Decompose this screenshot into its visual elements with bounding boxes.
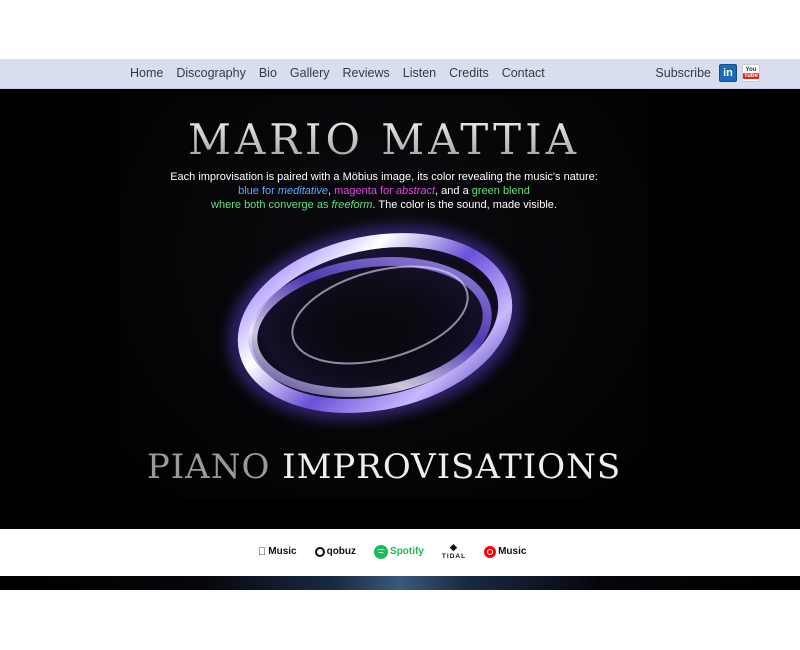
- spotify-icon: [374, 544, 389, 559]
- nav-right: Subscribe in You Tube: [655, 64, 760, 82]
- youtube-music-icon: [484, 545, 497, 558]
- nav-bio[interactable]: Bio: [259, 66, 277, 80]
- tagline-line1: Each improvisation is paired with a Möbi…: [170, 171, 598, 183]
- streaming-services-bar:  Music qobuz Spotify ◆ TIDAL Music: [0, 529, 800, 576]
- nav-links: Home Discography Bio Gallery Reviews Lis…: [130, 66, 558, 80]
- streaming-row:  Music qobuz Spotify ◆ TIDAL Music: [258, 543, 544, 561]
- apple-music-label: Music: [260, 546, 296, 558]
- nav-listen[interactable]: Listen: [403, 66, 436, 80]
- tagline-line3: where both converge as freeform. The col…: [120, 198, 648, 212]
- nav-reviews[interactable]: Reviews: [343, 66, 390, 80]
- youtube-music-link[interactable]: Music: [484, 545, 526, 558]
- tagline-blue-for: blue for: [238, 185, 278, 197]
- spotify-label: Spotify: [381, 546, 424, 558]
- apple-icon: : [258, 546, 266, 558]
- album-artwork: MARIO MATTIA Each improvisation is paire…: [120, 95, 648, 499]
- tagline-and-a: , and a: [435, 185, 472, 197]
- tagline-green-blend: green blend: [471, 185, 530, 197]
- youtube-music-label: Music: [489, 546, 526, 558]
- qobuz-link[interactable]: qobuz: [314, 546, 356, 558]
- next-section-preview: [0, 576, 800, 590]
- tagline-ending: . The color is the sound, made visible.: [372, 199, 557, 211]
- spotify-link[interactable]: Spotify: [374, 544, 424, 559]
- nav-gallery[interactable]: Gallery: [290, 66, 330, 80]
- top-navbar: Home Discography Bio Gallery Reviews Lis…: [0, 59, 800, 89]
- tagline-meditative: meditative: [277, 185, 329, 197]
- tagline-line2: blue for meditative, magenta for abstrac…: [120, 184, 648, 198]
- tagline-freeform: freeform: [331, 199, 373, 211]
- tidal-label: TIDAL: [433, 553, 465, 560]
- album-title: PIANO IMPROVISATIONS: [120, 447, 648, 487]
- youtube-icon[interactable]: You Tube: [742, 64, 760, 82]
- nav-home[interactable]: Home: [130, 66, 163, 80]
- hero-section: MARIO MATTIA Each improvisation is paire…: [0, 89, 800, 529]
- tagline-magenta-for: magenta for: [334, 185, 396, 197]
- subscribe-link[interactable]: Subscribe: [655, 66, 711, 80]
- album-title-improvisations: IMPROVISATIONS: [282, 447, 622, 487]
- qobuz-label: qobuz: [318, 546, 356, 558]
- apple-music-link[interactable]:  Music: [258, 546, 297, 558]
- tidal-link[interactable]: ◆ TIDAL: [442, 543, 466, 561]
- nav-contact[interactable]: Contact: [502, 66, 545, 80]
- tidal-icon: ◆: [450, 543, 458, 552]
- tagline-where-both: where both converge as: [211, 199, 332, 211]
- tagline: Each improvisation is paired with a Möbi…: [120, 170, 648, 212]
- nav-credits[interactable]: Credits: [449, 66, 489, 80]
- mobius-ring-image: [215, 224, 535, 425]
- nav-discography[interactable]: Discography: [176, 66, 245, 80]
- youtube-icon-tube: Tube: [743, 73, 759, 79]
- tagline-abstract: abstract: [395, 185, 436, 197]
- album-title-piano: PIANO: [146, 447, 271, 487]
- linkedin-icon-text: in: [723, 67, 733, 79]
- qobuz-icon: [314, 546, 325, 557]
- linkedin-icon[interactable]: in: [719, 64, 737, 82]
- artist-name: MARIO MATTIA: [120, 115, 648, 164]
